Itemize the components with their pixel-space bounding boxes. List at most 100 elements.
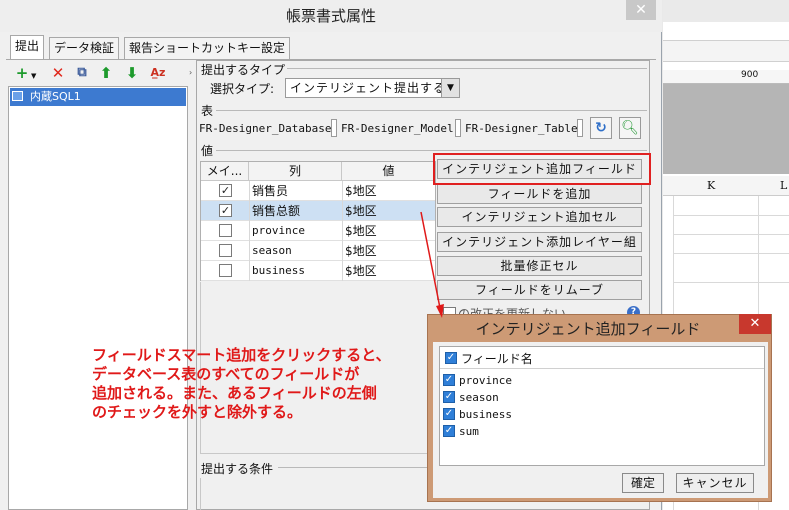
batch-modify-cells-button[interactable]: 批量修正セル bbox=[437, 256, 642, 276]
copy-icon[interactable]: ⧉ bbox=[72, 64, 92, 82]
annotation-line: データベース表のすべてのフィールドが bbox=[92, 365, 360, 383]
splitter-arrow-icon[interactable]: › bbox=[189, 68, 192, 77]
values-section-label: 値 bbox=[201, 144, 214, 158]
delete-icon[interactable]: ✕ bbox=[48, 64, 68, 82]
column-k[interactable]: K bbox=[707, 179, 715, 192]
chevron-down-icon[interactable]: ▼ bbox=[441, 79, 459, 97]
grid-line bbox=[673, 215, 789, 216]
dialog-close-button[interactable]: ✕ bbox=[626, 0, 656, 20]
column-separator bbox=[249, 261, 250, 281]
field-name: season bbox=[459, 391, 499, 404]
popup-close-button[interactable]: ✕ bbox=[739, 314, 771, 334]
column-cell[interactable]: 销售员 bbox=[252, 181, 288, 201]
move-up-icon[interactable]: ⬆ bbox=[96, 64, 116, 82]
cancel-button[interactable]: キャンセル bbox=[676, 473, 754, 493]
table-row[interactable]: business $地区 bbox=[201, 261, 435, 281]
table-field[interactable] bbox=[577, 119, 583, 137]
row-checkbox[interactable] bbox=[219, 244, 232, 257]
table-row[interactable]: ✓ 销售总额 $地区 bbox=[201, 201, 435, 221]
database-label: FR-Designer_Database: bbox=[199, 122, 339, 135]
refresh-icon[interactable]: ↻ bbox=[590, 117, 612, 139]
grid-line bbox=[673, 234, 789, 235]
column-l[interactable]: L bbox=[780, 179, 787, 192]
column-separator bbox=[249, 221, 250, 241]
sheet-gray-area bbox=[663, 84, 789, 174]
column-cell[interactable]: season bbox=[252, 241, 292, 261]
submit-type-select[interactable]: インテリジェント提出する bbox=[285, 78, 460, 98]
datasource-item[interactable]: 内蔵SQL1 bbox=[10, 88, 186, 106]
row-checkbox[interactable] bbox=[219, 264, 232, 277]
column-header-value[interactable]: 値 bbox=[342, 162, 435, 181]
datasource-list: 内蔵SQL1 bbox=[8, 86, 188, 510]
value-cell[interactable]: $地区 bbox=[345, 181, 377, 201]
add-field-button[interactable]: フィールドを追加 bbox=[437, 184, 642, 204]
horizontal-ruler: 900 bbox=[663, 70, 789, 84]
field-checkbox[interactable]: ✓ bbox=[443, 425, 455, 437]
column-separator bbox=[249, 201, 250, 221]
sheet-toolbar bbox=[663, 0, 789, 22]
row-checkbox[interactable] bbox=[219, 224, 232, 237]
field-checkbox[interactable]: ✓ bbox=[443, 408, 455, 420]
annotation-line: フィールドスマート追加をクリックすると、 bbox=[92, 346, 391, 364]
column-cell[interactable]: business bbox=[252, 261, 305, 281]
field-name: business bbox=[459, 408, 512, 421]
tab-data-validation[interactable]: データ検証 bbox=[49, 37, 120, 59]
table-row[interactable]: province $地区 bbox=[201, 221, 435, 241]
annotation-line: のチェックを外すと除外する。 bbox=[92, 403, 303, 421]
field-checkbox[interactable]: ✓ bbox=[443, 374, 455, 386]
value-cell[interactable]: $地区 bbox=[345, 221, 377, 241]
column-separator bbox=[342, 181, 343, 201]
table-body: ✓ 销售员 $地区 ✓ 销售总额 $地区 province $地区 season $地区 busin… bbox=[201, 181, 435, 281]
tab-submit[interactable]: 提出 bbox=[10, 35, 45, 60]
row-checkbox[interactable]: ✓ bbox=[219, 204, 232, 217]
value-cell[interactable]: $地区 bbox=[345, 261, 377, 281]
column-cell[interactable]: 销售总额 bbox=[252, 201, 300, 221]
table-icon bbox=[12, 91, 23, 101]
section-divider bbox=[216, 150, 647, 151]
smart-add-cells-button[interactable]: インテリジェント追加セル bbox=[437, 207, 642, 227]
column-separator bbox=[342, 221, 343, 241]
datasource-toolbar: + ▼ ✕ ⧉ ⬆ ⬇ A̲z bbox=[8, 60, 188, 86]
model-label: FR-Designer_Model: bbox=[341, 122, 461, 135]
add-dropdown-icon[interactable]: ▼ bbox=[31, 72, 36, 80]
submit-conditions-label: 提出する条件 bbox=[201, 462, 274, 476]
sort-icon[interactable]: A̲z bbox=[148, 64, 168, 82]
grid-line bbox=[673, 253, 789, 254]
field-name-header: フィールド名 bbox=[461, 352, 533, 366]
table-row[interactable]: ✓ 销售员 $地区 bbox=[201, 181, 435, 201]
section-divider bbox=[216, 110, 647, 111]
field-checkbox[interactable]: ✓ bbox=[443, 391, 455, 403]
value-cell[interactable]: $地区 bbox=[345, 201, 377, 221]
column-header-key[interactable]: メイ... bbox=[201, 162, 249, 181]
column-cell[interactable]: province bbox=[252, 221, 305, 241]
select-all-checkbox[interactable]: ✓ bbox=[445, 352, 457, 364]
section-divider bbox=[278, 467, 428, 468]
model-field[interactable] bbox=[455, 119, 461, 137]
select-type-label: 選択タイプ: bbox=[210, 82, 275, 96]
field-name: province bbox=[459, 374, 512, 387]
remove-field-button[interactable]: フィールドをリムーブ bbox=[437, 280, 642, 300]
move-down-icon[interactable]: ⬇ bbox=[122, 64, 142, 82]
column-header-column[interactable]: 列 bbox=[249, 162, 342, 181]
section-divider bbox=[287, 68, 647, 69]
smart-add-layer-group-button[interactable]: インテリジェント添加レイヤー組 bbox=[437, 232, 642, 252]
table-section-label: 表 bbox=[201, 104, 214, 118]
grid-line bbox=[673, 282, 789, 283]
annotation-text: フィールドスマート追加をクリックすると、 データベース表のすべてのフィールドが … bbox=[92, 346, 422, 422]
preview-icon[interactable]: 🔍︎ bbox=[619, 117, 641, 139]
database-field[interactable] bbox=[331, 119, 337, 137]
column-separator bbox=[342, 201, 343, 221]
tab-shortcut-settings[interactable]: 報告ショートカットキー設定 bbox=[124, 37, 291, 59]
table-row[interactable]: season $地区 bbox=[201, 241, 435, 261]
table-label: FR-Designer_Table: bbox=[465, 122, 585, 135]
sheet-tabbar bbox=[663, 40, 789, 62]
popup-field-list: ✓ フィールド名 ✓ province ✓ season ✓ business … bbox=[439, 346, 765, 466]
row-checkbox[interactable]: ✓ bbox=[219, 184, 232, 197]
ok-button[interactable]: 確定 bbox=[622, 473, 664, 493]
value-cell[interactable]: $地区 bbox=[345, 241, 377, 261]
column-header-row: K L bbox=[663, 176, 789, 196]
add-icon[interactable]: + bbox=[12, 64, 32, 82]
annotation-line: 追加される。また、あるフィールドの左側 bbox=[92, 384, 377, 402]
column-separator bbox=[342, 241, 343, 261]
conditions-area bbox=[200, 478, 428, 510]
